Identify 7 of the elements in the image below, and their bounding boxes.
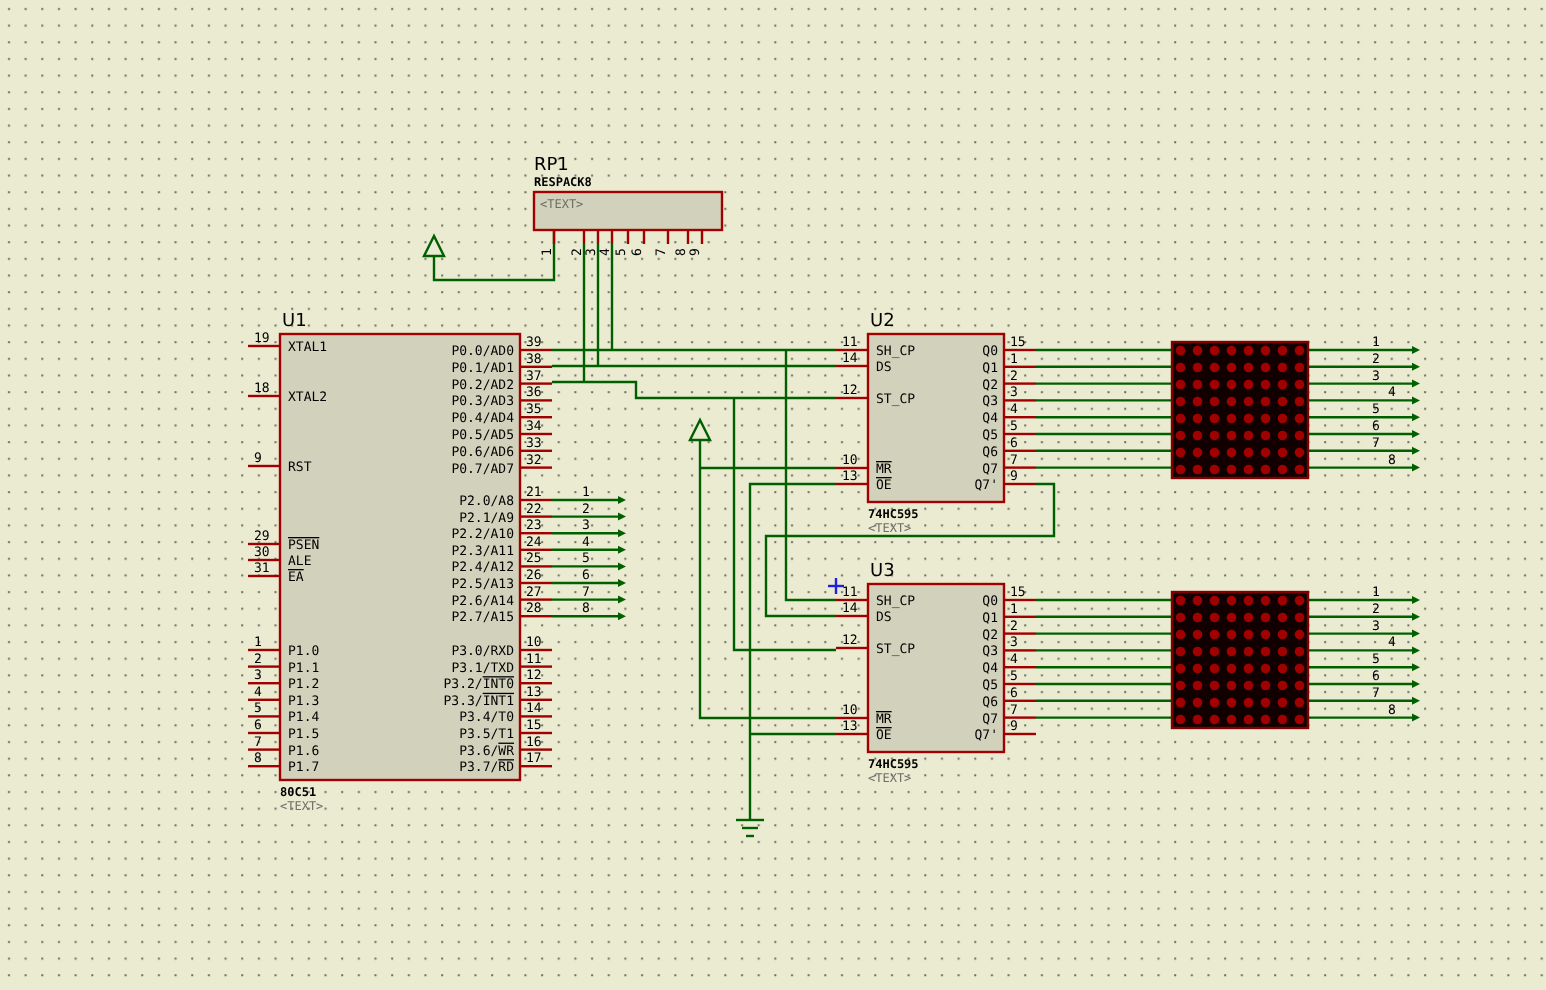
component-ref: U3 <box>870 562 895 582</box>
crosshair-icon <box>828 578 844 594</box>
component-ref: U1 <box>282 312 307 332</box>
component-ref: RP1 <box>534 156 569 176</box>
led-matrix <box>1170 590 1310 730</box>
component-ref: U2 <box>870 312 895 332</box>
led-matrix <box>1170 340 1310 480</box>
